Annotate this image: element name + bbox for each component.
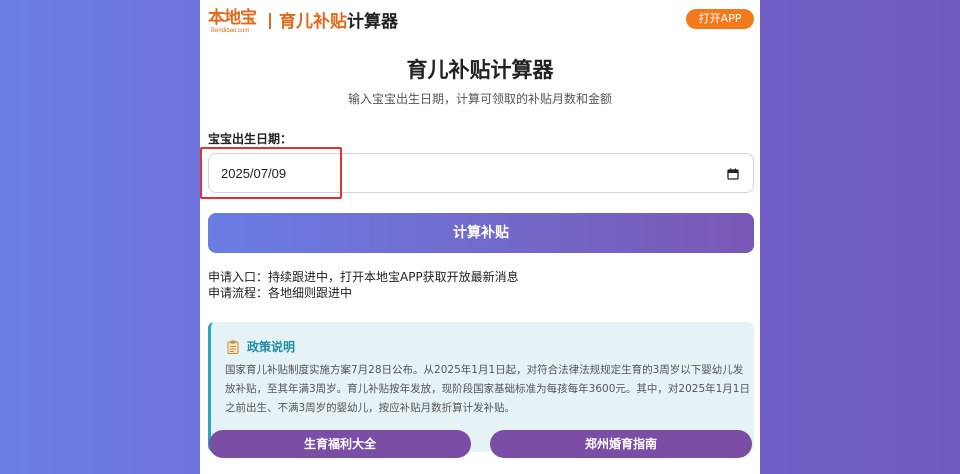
zhengzhou-guide-button[interactable]: 郑州婚育指南 (490, 430, 752, 458)
header-title-highlight: 育儿补贴 (279, 12, 347, 32)
application-entry-info: 申请入口：持续跟进中，打开本地宝APP获取开放最新消息 (208, 270, 519, 284)
calculator-card: 本地宝 Bendibao.com 育儿补贴计算器 打开APP 育儿补贴计算器 输… (200, 0, 760, 474)
clipboard-icon (227, 340, 239, 354)
birth-date-label: 宝宝出生日期： (208, 132, 293, 146)
header-divider (269, 13, 271, 29)
policy-title: 政策说明 (247, 340, 296, 354)
calendar-icon[interactable] (727, 168, 739, 180)
site-header: 本地宝 Bendibao.com 育儿补贴计算器 打开APP (200, 0, 760, 40)
header-title: 育儿补贴计算器 (279, 11, 398, 33)
birth-benefits-button[interactable]: 生育福利大全 (209, 430, 471, 458)
bendibao-logo[interactable]: 本地宝 Bendibao.com (208, 8, 264, 36)
application-process-info: 申请流程：各地细则跟进中 (208, 286, 353, 300)
policy-text: 国家育儿补贴制度实施方案7月28日公布。从2025年1月1日起，对符合法律法规规… (225, 364, 750, 414)
birth-date-input[interactable]: 2025/07/09 (208, 153, 754, 193)
page-title: 育儿补贴计算器 (406, 58, 554, 82)
open-app-button[interactable]: 打开APP (686, 9, 754, 29)
calculate-subsidy-button[interactable]: 计算补贴 (208, 213, 754, 253)
header-title-rest: 计算器 (347, 12, 398, 32)
logo-text: 本地宝 (208, 8, 257, 28)
page-subtitle: 输入宝宝出生日期，计算可领取的补贴月数和金额 (347, 92, 612, 106)
logo-domain: Bendibao.com (211, 28, 250, 34)
birth-date-value: 2025/07/09 (221, 166, 287, 181)
